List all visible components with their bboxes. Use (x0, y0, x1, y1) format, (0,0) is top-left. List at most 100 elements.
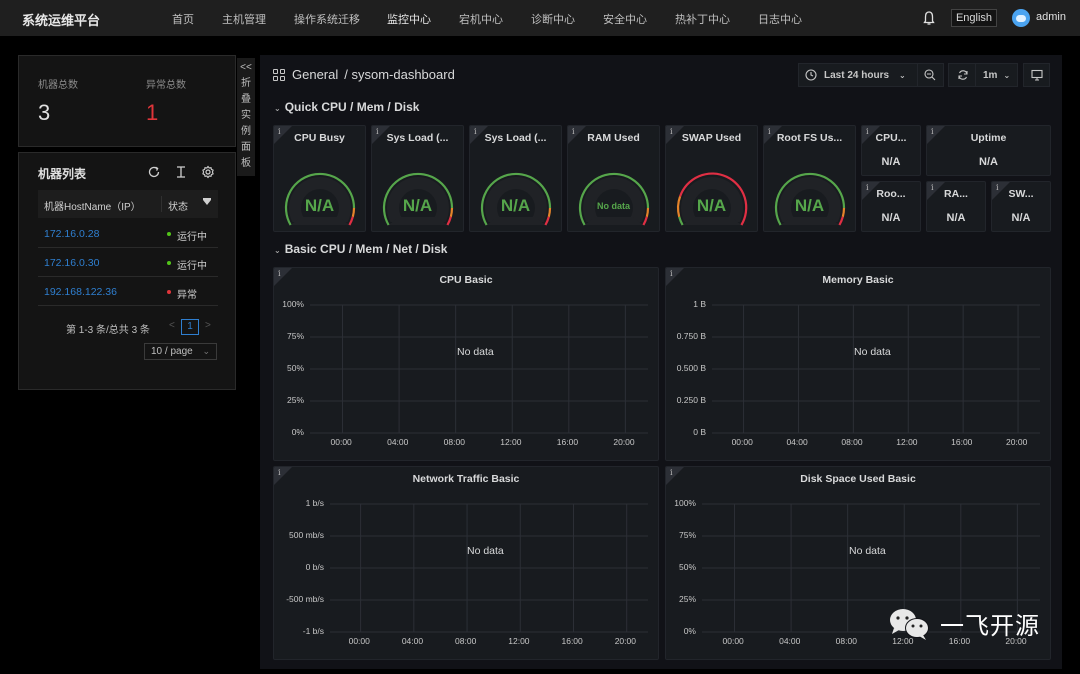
gauge-value: No data (596, 201, 630, 211)
refresh-picker[interactable]: 1m ⌄ (948, 63, 1018, 87)
nav-crash-center[interactable]: 宕机中心 (459, 11, 503, 27)
nav-monitoring-center[interactable]: 监控中心 (387, 11, 431, 27)
table-row[interactable]: 172.16.0.30 运行中 (38, 248, 218, 277)
panel-title: Root FS Us... (776, 132, 843, 144)
gauge-value: N/A (500, 196, 531, 215)
panel-title: Roo... (876, 188, 906, 200)
column-height-icon[interactable] (174, 165, 188, 179)
panel-title: CPU... (875, 132, 907, 144)
time-range-picker[interactable]: Last 24 hours ⌄ (798, 63, 944, 87)
next-page-button[interactable]: > (205, 320, 211, 331)
x-tick-label: 20:00 (614, 636, 636, 646)
chevron-down-icon: ⌄ (274, 104, 281, 113)
stat-panel-uptime[interactable]: i Uptime N/A (926, 125, 1051, 176)
collapse-char: 叠 (241, 94, 251, 105)
dashboard-breadcrumb: General / sysom-dashboard (292, 67, 455, 82)
status-dot (167, 290, 171, 294)
x-tick-label: 16:00 (556, 437, 579, 447)
monitor-icon (1030, 69, 1043, 81)
collapse-char: 折 (241, 78, 251, 89)
bell-icon[interactable] (922, 10, 936, 26)
stat-panel-ram[interactable]: i RA... N/A (926, 181, 986, 232)
user-avatar[interactable] (1012, 9, 1030, 27)
nav-host-management[interactable]: 主机管理 (222, 11, 266, 27)
collapse-char: 例 (241, 126, 251, 137)
refresh-icon[interactable] (957, 69, 969, 81)
gauge-panel-sys-load-5m[interactable]: i Sys Load (... N/A (371, 125, 464, 232)
gauge-panel-swap-used[interactable]: i SWAP Used N/A (665, 125, 758, 232)
nav-log-center[interactable]: 日志中心 (758, 11, 802, 27)
breadcrumb-folder[interactable]: General (292, 67, 338, 82)
y-tick-label: 1 b/s (305, 498, 324, 508)
stat-value: N/A (881, 156, 901, 168)
panel-title: RAM Used (587, 132, 640, 144)
no-data-message: No data (849, 545, 886, 557)
x-tick-label: 08:00 (835, 636, 857, 646)
timeseries-panel-cpu-basic[interactable]: i CPU Basic 100% 75% 50% 25% 0% 00:00 04:00 08:0… (273, 267, 659, 461)
y-tick-label: 75% (678, 530, 696, 540)
panel-title: CPU Busy (294, 132, 345, 144)
y-tick-label: 100% (674, 498, 696, 508)
status-text: 异常 (177, 290, 197, 301)
gauge-panel-root-fs-used[interactable]: i Root FS Us... N/A (763, 125, 856, 232)
y-tick-label: 0.250 B (676, 395, 706, 405)
nav-diagnosis-center[interactable]: 诊断中心 (531, 11, 575, 27)
nav-home[interactable]: 首页 (172, 11, 194, 27)
watermark-text: 一飞开源 (940, 613, 1040, 640)
collapse-instance-panel-button[interactable]: << 折 叠 实 例 面 板 (237, 58, 255, 176)
y-tick-label: 1 B (693, 299, 706, 309)
grafana-dashboard: General / sysom-dashboard Last 24 hours ⌄… (260, 55, 1062, 669)
tv-mode-button[interactable] (1023, 63, 1050, 87)
stat-value: N/A (946, 212, 966, 224)
machine-list-title: 机器列表 (38, 167, 87, 181)
page-size-select[interactable]: 10 / page ⌄ (144, 343, 217, 360)
x-tick-label: 04:00 (786, 437, 808, 447)
total-machines-label: 机器总数 (38, 80, 78, 91)
y-tick-label: 0 B (693, 427, 706, 437)
x-tick-label: 12:00 (500, 437, 522, 447)
row-basic-cpu-mem-net-disk[interactable]: ⌄ Basic CPU / Mem / Net / Disk (274, 242, 447, 256)
username[interactable]: admin (1036, 11, 1066, 23)
no-data-message: No data (854, 346, 891, 358)
timeseries-panel-network-traffic-basic[interactable]: i Network Traffic Basic 1 b/s 500 mb/s 0 b/… (273, 466, 659, 660)
table-row[interactable]: 172.16.0.28 运行中 (38, 219, 218, 248)
x-tick-label: 04:00 (387, 437, 409, 447)
breadcrumb-dashboard[interactable]: / sysom-dashboard (344, 67, 455, 82)
filter-icon[interactable] (203, 198, 211, 205)
stat-panel-root-fs[interactable]: i Roo... N/A (861, 181, 921, 232)
timeseries-panel-memory-basic[interactable]: i Memory Basic 1 B 0.750 B 0.500 B 0.250 B0 … (665, 267, 1051, 461)
gauge-panel-sys-load-15m[interactable]: i Sys Load (... N/A (469, 125, 562, 232)
host-ip-link[interactable]: 172.16.0.28 (44, 228, 99, 240)
page-1-button[interactable]: 1 (181, 319, 199, 335)
host-ip-link[interactable]: 192.168.122.36 (44, 286, 117, 298)
column-hostname: 机器HostName（IP） (44, 202, 141, 213)
stat-panel-swap[interactable]: i SW... N/A (991, 181, 1051, 232)
y-tick-label: 100% (282, 299, 304, 309)
table-header: 机器HostName（IP） 状态 (38, 190, 218, 218)
nav-os-migration[interactable]: 操作系统迁移 (294, 11, 360, 27)
refresh-icon[interactable] (147, 165, 161, 179)
nav-hotfix-center[interactable]: 热补丁中心 (675, 11, 730, 27)
page-size-value: 10 / page (151, 346, 193, 357)
language-switch-button[interactable]: English (951, 9, 997, 27)
zoom-out-icon[interactable] (924, 69, 936, 81)
stat-panel-cpu-cores[interactable]: i CPU... N/A (861, 125, 921, 176)
x-tick-label: 16:00 (561, 636, 583, 646)
gauge-value: N/A (696, 196, 727, 215)
top-navbar: 系统运维平台 首页 主机管理 操作系统迁移 监控中心 宕机中心 诊断中心 安全中… (0, 0, 1080, 36)
nav-security-center[interactable]: 安全中心 (603, 11, 647, 27)
gauge-panel-cpu-busy[interactable]: i CPU Busy N/A (273, 125, 366, 232)
machine-list-card: 机器列表 机器HostName（IP） 状态 172.16.0.28 运行中 1… (18, 152, 236, 390)
chart-plot-area (310, 304, 648, 434)
gauge-panel-ram-used[interactable]: i RAM Used No data (567, 125, 660, 232)
prev-page-button[interactable]: < (169, 320, 175, 331)
stat-value: N/A (881, 212, 901, 224)
table-row[interactable]: 192.168.122.36 异常 (38, 277, 218, 306)
y-tick-label: 50% (678, 562, 696, 572)
settings-icon[interactable] (201, 165, 215, 179)
host-ip-link[interactable]: 172.16.0.30 (44, 257, 99, 269)
status-dot (167, 261, 171, 265)
x-tick-label: 12:00 (896, 437, 918, 447)
y-tick-label: 0.500 B (676, 363, 706, 373)
row-quick-cpu-mem-disk[interactable]: ⌄ Quick CPU / Mem / Disk (274, 100, 419, 114)
